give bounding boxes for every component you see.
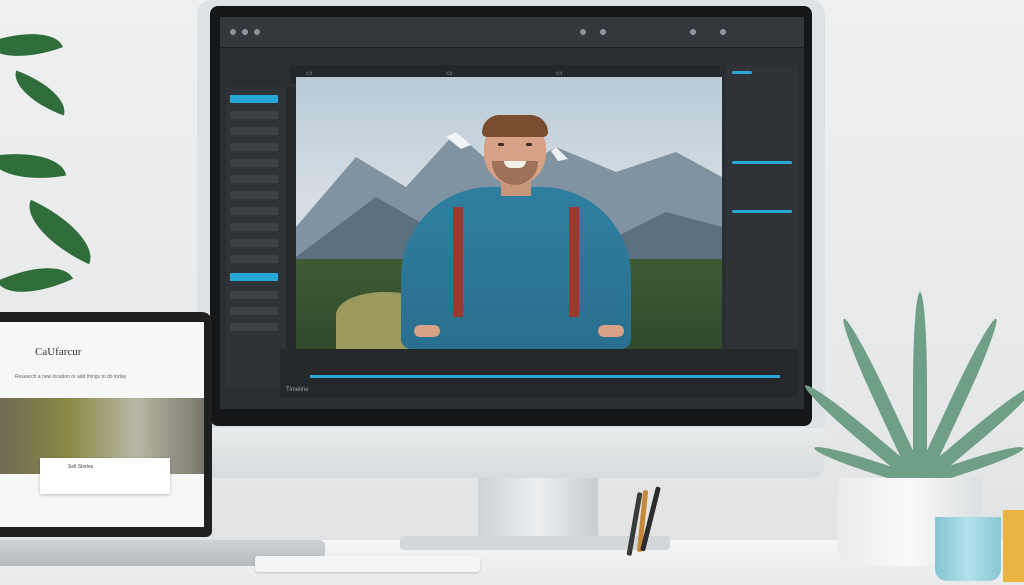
cup	[935, 517, 1001, 581]
layer-item[interactable]	[230, 323, 278, 331]
layer-item[interactable]	[230, 191, 278, 199]
laptop-card-text: Sell Stories	[68, 464, 94, 470]
layer-item[interactable]	[230, 127, 278, 135]
menu-dot[interactable]	[600, 29, 606, 35]
menu-dot[interactable]	[720, 29, 726, 35]
property-slider[interactable]	[732, 161, 792, 164]
person-eye	[498, 143, 504, 146]
plant-right	[800, 282, 1024, 488]
menu-dot[interactable]	[580, 29, 586, 35]
layer-item[interactable]	[230, 223, 278, 231]
backpack-strap	[453, 207, 463, 317]
laptop-subtitle: Research a new location or add things to…	[15, 374, 127, 380]
plant-left	[0, 0, 120, 320]
layers-panel	[226, 87, 286, 387]
monitor-screen: ▭ ▭ ▭ Timeline	[220, 17, 804, 409]
layer-item[interactable]	[230, 291, 278, 299]
timeline-track[interactable]	[310, 375, 780, 378]
editor-menubar	[220, 17, 804, 48]
property-slider[interactable]	[732, 210, 792, 213]
menu-dot[interactable]	[690, 29, 696, 35]
layer-item[interactable]	[230, 175, 278, 183]
timeline-panel: Timeline	[280, 349, 798, 397]
person-hand	[598, 325, 624, 337]
property-slider[interactable]	[732, 71, 752, 74]
layer-item[interactable]	[230, 273, 278, 281]
menu-dot[interactable]	[254, 29, 260, 35]
person-hand	[414, 325, 440, 337]
monitor-chin	[197, 428, 825, 478]
pencil-holder	[1003, 510, 1024, 582]
layer-item[interactable]	[230, 255, 278, 263]
layer-item[interactable]	[230, 95, 278, 103]
editor-canvas[interactable]	[296, 77, 722, 349]
menu-dot[interactable]	[242, 29, 248, 35]
layer-item[interactable]	[230, 159, 278, 167]
backpack-strap	[569, 207, 579, 317]
laptop-heading: CaUfarcur	[35, 346, 82, 358]
person-hair	[482, 115, 548, 137]
layer-item[interactable]	[230, 239, 278, 247]
menu-dot[interactable]	[230, 29, 236, 35]
tool-strip[interactable]	[286, 87, 296, 387]
person-smile	[504, 161, 526, 168]
layer-item[interactable]	[230, 207, 278, 215]
monitor-stand	[478, 478, 598, 540]
timeline-label: Timeline	[286, 387, 309, 393]
layer-item[interactable]	[230, 143, 278, 151]
apple-logo-icon	[478, 436, 496, 458]
properties-panel	[726, 65, 798, 350]
person-eye	[526, 143, 532, 146]
layer-item[interactable]	[230, 307, 278, 315]
layer-item[interactable]	[230, 111, 278, 119]
keyboard	[255, 556, 480, 572]
